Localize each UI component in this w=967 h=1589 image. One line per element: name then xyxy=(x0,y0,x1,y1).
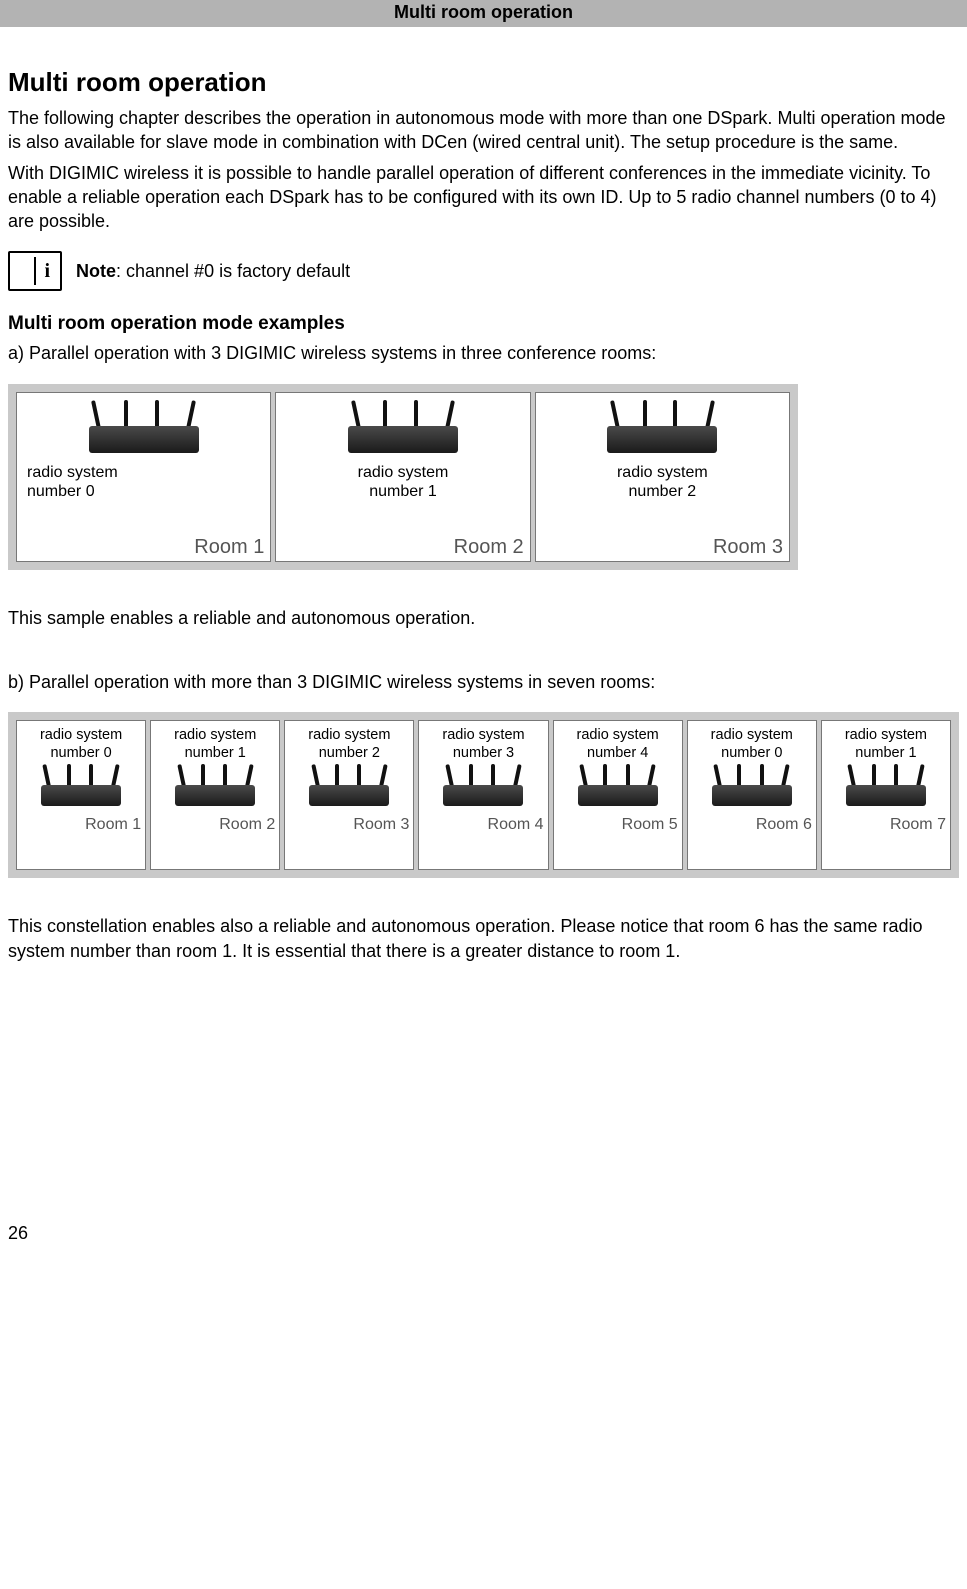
room-cell: radio system number 0 Room 6 xyxy=(687,720,817,870)
room-name: Room 2 xyxy=(282,536,523,559)
room-name: Room 2 xyxy=(155,816,275,834)
radio-system-label: radio system number 4 xyxy=(558,727,678,762)
room-name: Room 1 xyxy=(21,816,141,834)
radio-system-label: radio system number 0 xyxy=(21,727,141,762)
radio-system-label: radio system number 1 xyxy=(826,727,946,762)
device-icon xyxy=(712,768,792,806)
device-icon xyxy=(41,768,121,806)
intro-paragraph-2: With DIGIMIC wireless it is possible to … xyxy=(8,161,959,234)
examples-heading: Multi room operation mode examples xyxy=(8,313,959,335)
intro-paragraph-1: The following chapter describes the oper… xyxy=(8,106,959,155)
example-a-intro: a) Parallel operation with 3 DIGIMIC wir… xyxy=(8,341,959,365)
example-b-intro: b) Parallel operation with more than 3 D… xyxy=(8,670,959,694)
room-cell: radio system number 4 Room 5 xyxy=(553,720,683,870)
radio-system-label: radio system number 0 xyxy=(27,463,264,501)
radio-system-label: radio system number 1 xyxy=(282,463,523,501)
device-icon xyxy=(175,768,255,806)
note-label: Note xyxy=(76,261,116,281)
room-name: Room 5 xyxy=(558,816,678,834)
radio-system-label: radio system number 2 xyxy=(542,463,783,501)
example-a-diagram: radio system number 0 Room 1 radio syste… xyxy=(8,384,798,570)
room-cell: radio system number 1 Room 7 xyxy=(821,720,951,870)
page-number: 26 xyxy=(8,1223,967,1244)
book-info-icon: i xyxy=(8,251,62,291)
room-cell: radio system number 1 Room 2 xyxy=(275,392,530,562)
radio-system-label: radio system number 1 xyxy=(155,727,275,762)
room-cell: radio system number 2 Room 3 xyxy=(535,392,790,562)
example-a-outro: This sample enables a reliable and auton… xyxy=(8,606,959,630)
room-name: Room 3 xyxy=(289,816,409,834)
page-header: Multi room operation xyxy=(0,0,967,27)
room-name: Room 7 xyxy=(826,816,946,834)
radio-system-label: radio system number 2 xyxy=(289,727,409,762)
room-cell: radio system number 0 Room 1 xyxy=(16,720,146,870)
radio-system-label: radio system number 3 xyxy=(423,727,543,762)
room-name: Room 1 xyxy=(23,536,264,559)
example-b-diagram: radio system number 0 Room 1 radio syste… xyxy=(8,712,959,878)
room-cell: radio system number 1 Room 2 xyxy=(150,720,280,870)
note-text: Note: channel #0 is factory default xyxy=(76,261,350,282)
page-content: Multi room operation The following chapt… xyxy=(0,67,967,963)
example-b-outro: This constellation enables also a reliab… xyxy=(8,914,959,963)
room-name: Room 4 xyxy=(423,816,543,834)
room-name: Room 6 xyxy=(692,816,812,834)
section-title: Multi room operation xyxy=(8,67,959,98)
device-icon xyxy=(348,405,458,453)
device-icon xyxy=(89,405,199,453)
device-icon xyxy=(846,768,926,806)
room-cell: radio system number 2 Room 3 xyxy=(284,720,414,870)
radio-system-label: radio system number 0 xyxy=(692,727,812,762)
room-cell: radio system number 0 Room 1 xyxy=(16,392,271,562)
page-header-title: Multi room operation xyxy=(394,2,573,22)
device-icon xyxy=(607,405,717,453)
room-cell: radio system number 3 Room 4 xyxy=(418,720,548,870)
device-icon xyxy=(578,768,658,806)
device-icon xyxy=(309,768,389,806)
room-name: Room 3 xyxy=(542,536,783,559)
note-body: : channel #0 is factory default xyxy=(116,261,350,281)
device-icon xyxy=(443,768,523,806)
note-block: i Note: channel #0 is factory default xyxy=(8,251,959,291)
